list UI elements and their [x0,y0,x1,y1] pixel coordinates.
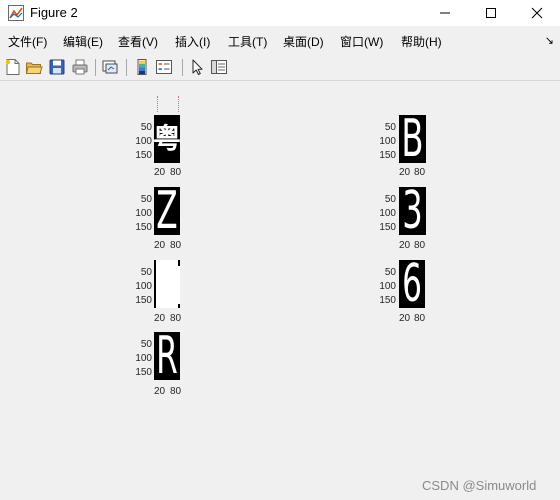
character-glyph: 3 [402,187,423,235]
dock-arrow-icon[interactable]: ↘ [545,34,554,47]
y-tick-label: 100 [379,136,396,147]
character-glyph: 6 [402,260,422,308]
y-tick-label: 100 [379,208,396,219]
y-tick-label: 50 [384,122,396,133]
character-glyph: B [401,115,424,163]
open-file-icon[interactable] [25,58,43,76]
y-tick-label: 150 [379,295,396,306]
y-tick-label: 100 [379,281,396,292]
plate-character-image[interactable]: 粤 [154,115,180,163]
x-tick-label: 80 [170,240,182,251]
menu-window[interactable]: 窗口(W) [340,33,383,50]
maximize-icon [486,8,496,18]
y-tick-label: 100 [135,136,152,147]
legend-icon[interactable] [155,58,173,76]
menu-tools[interactable]: 工具(T) [228,33,267,50]
y-tick-label: 50 [140,122,152,133]
x-tick-label: 20 [154,386,166,397]
toolbar-separator [126,59,127,76]
y-tick-label: 50 [140,194,152,205]
y-tick-label: 100 [135,353,152,364]
plate-character-image[interactable]: 6 [399,260,425,308]
plot-browser-icon[interactable] [210,58,228,76]
x-tick-label: 20 [154,240,166,251]
menu-file[interactable]: 文件(F) [8,33,47,50]
y-tick-label: 150 [135,222,152,233]
close-icon [531,7,543,19]
character-glyph: R [156,332,178,380]
toolbar [0,55,560,81]
x-tick-label: 20 [154,167,166,178]
menu-view[interactable]: 查看(V) [118,33,158,50]
y-tick-label: 50 [140,267,152,278]
colorbar-icon[interactable] [133,58,151,76]
character-glyph: Z [156,187,178,235]
x-tick-label: 80 [414,313,426,324]
plate-character-image[interactable] [154,260,180,308]
minimize-icon [440,12,450,14]
toolbar-separator [182,59,183,76]
character-glyph [154,260,180,308]
new-figure-icon[interactable] [4,58,22,76]
y-tick-label: 150 [379,222,396,233]
x-tick-label: 80 [170,313,182,324]
title-bar: Figure 2 [0,0,560,26]
watermark-text: CSDN @Simuworld [422,478,537,493]
pointer-icon[interactable] [188,58,206,76]
link-plot-icon[interactable] [101,58,119,76]
menu-bar: 文件(F) 编辑(E) 查看(V) 插入(I) 工具(T) 桌面(D) 窗口(W… [0,30,560,50]
toolbar-separator [95,59,96,76]
y-tick-label: 150 [135,367,152,378]
matlab-figure-icon [8,5,24,21]
x-tick-label: 80 [414,167,426,178]
y-tick-label: 150 [135,150,152,161]
menu-desktop[interactable]: 桌面(D) [283,33,324,50]
character-glyph: 粤 [154,122,180,155]
axes-dotted-guide [178,96,179,112]
x-tick-label: 20 [399,240,411,251]
x-tick-label: 20 [399,313,411,324]
plate-character-image[interactable]: R [154,332,180,380]
maximize-button[interactable] [468,0,514,26]
close-button[interactable] [514,0,560,26]
print-icon[interactable] [71,58,89,76]
plate-character-image[interactable]: 3 [399,187,426,235]
save-icon[interactable] [48,58,66,76]
x-tick-label: 80 [170,386,182,397]
y-tick-label: 50 [140,339,152,350]
y-tick-label: 50 [384,194,396,205]
x-tick-label: 20 [399,167,411,178]
plate-character-image[interactable]: Z [154,187,180,235]
menu-insert[interactable]: 插入(I) [175,33,210,50]
figure-canvas: 50 100 150 粤 20 80 50 100 150 B 20 80 50… [0,82,560,500]
y-tick-label: 150 [135,295,152,306]
window-title: Figure 2 [30,5,78,20]
y-tick-label: 100 [135,208,152,219]
x-tick-label: 80 [414,240,426,251]
y-tick-label: 50 [384,267,396,278]
menu-edit[interactable]: 编辑(E) [63,33,103,50]
x-tick-label: 80 [170,167,182,178]
axes-dotted-guide [157,96,158,112]
y-tick-label: 150 [379,150,396,161]
y-tick-label: 100 [135,281,152,292]
minimize-button[interactable] [422,0,468,26]
x-tick-label: 20 [154,313,166,324]
plate-character-image[interactable]: B [399,115,426,163]
menu-help[interactable]: 帮助(H) [401,33,442,50]
